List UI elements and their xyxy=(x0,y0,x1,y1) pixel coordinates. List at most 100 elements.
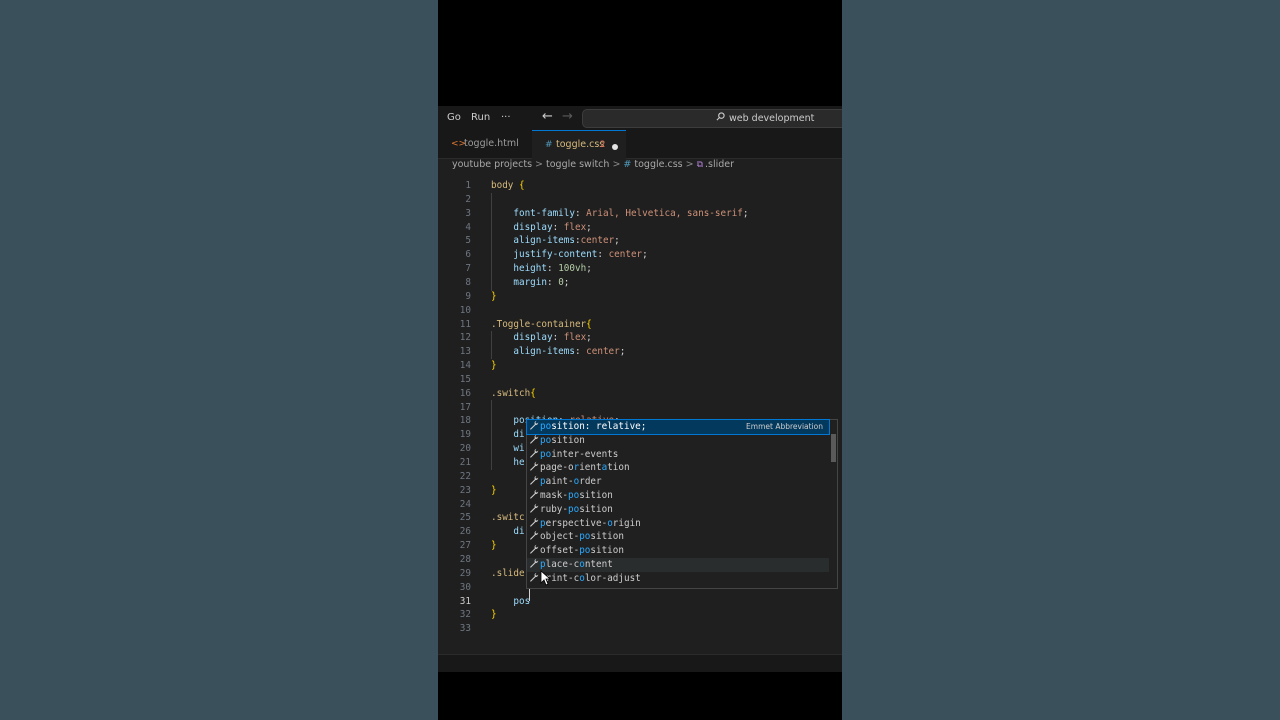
line-number: 16 xyxy=(459,387,471,399)
tab-toggle-css[interactable]: # toggle.css 2 xyxy=(532,130,626,159)
line-number: 6 xyxy=(465,249,471,261)
code-line[interactable]: 11 .Toggle-container{ xyxy=(438,318,842,332)
back-arrow-icon[interactable]: ← xyxy=(542,109,553,124)
line-number: 30 xyxy=(459,581,471,593)
suggest-item[interactable]: object-position xyxy=(527,530,829,544)
wrench-icon xyxy=(529,448,539,463)
menu-go[interactable]: Go xyxy=(447,112,461,123)
suggest-item[interactable]: ruby-position xyxy=(527,503,829,517)
code-text: body { xyxy=(491,180,525,191)
line-number: 15 xyxy=(459,373,471,385)
code-line[interactable]: 7 height: 100vh; xyxy=(438,262,842,276)
suggest-item[interactable]: print-color-adjust xyxy=(527,572,829,586)
code-text: align-items: center; xyxy=(513,346,626,358)
suggest-scrollbar[interactable] xyxy=(831,434,836,462)
code-text: he xyxy=(491,457,525,468)
line-number: 9 xyxy=(465,290,471,302)
suggest-item-label: paint-order xyxy=(540,476,602,488)
line-number: 18 xyxy=(459,415,471,427)
code-line[interactable]: 17 xyxy=(438,401,842,415)
code-line[interactable]: 10 xyxy=(438,304,842,318)
suggest-item[interactable]: page-orientation xyxy=(527,461,829,475)
suggest-item[interactable]: offset-position xyxy=(527,544,829,558)
suggest-item[interactable]: paint-order xyxy=(527,475,829,489)
code-line[interactable]: 15 xyxy=(438,373,842,387)
wrench-icon xyxy=(529,420,539,435)
code-line[interactable]: 2 xyxy=(438,193,842,207)
line-number: 10 xyxy=(459,304,471,316)
suggest-item[interactable]: place-content xyxy=(527,558,829,572)
line-number: 25 xyxy=(459,512,471,524)
problem-count-badge: 2 xyxy=(600,140,606,150)
code-text: margin: 0; xyxy=(513,276,570,288)
code-line[interactable]: 4 display: flex; xyxy=(438,221,842,235)
code-text: height: 100vh; xyxy=(513,263,592,275)
suggest-item-label: ruby-position xyxy=(540,503,613,515)
wrench-icon xyxy=(529,503,539,518)
line-number: 32 xyxy=(459,609,471,621)
suggest-item[interactable]: position: relative; Emmet Abbreviation xyxy=(526,419,830,435)
vscode-window: Go Run ··· ← → web development <> toggle… xyxy=(438,106,842,672)
line-number: 14 xyxy=(459,360,471,372)
line-number: 29 xyxy=(459,567,471,579)
forward-arrow-icon[interactable]: → xyxy=(562,109,573,124)
suggest-item-label: print-color-adjust xyxy=(540,572,641,584)
line-number: 33 xyxy=(459,623,471,635)
tab-toggle-html[interactable]: <> toggle.html xyxy=(438,130,532,158)
code-line[interactable]: 6 justify-content: center; xyxy=(438,248,842,262)
tab-label: toggle.css xyxy=(556,139,605,150)
code-line[interactable]: 8 margin: 0; xyxy=(438,276,842,290)
breadcrumb-item-toggle-switch[interactable]: toggle switch xyxy=(546,159,609,170)
suggest-item[interactable]: perspective-origin xyxy=(527,517,829,531)
line-number: 28 xyxy=(459,553,471,565)
suggest-item-label: mask-position xyxy=(540,490,613,501)
code-line[interactable]: 16 .switch{ xyxy=(438,387,842,401)
code-text: .slide xyxy=(491,567,525,579)
line-number: 21 xyxy=(459,457,471,468)
tab-label: toggle.html xyxy=(464,138,519,149)
line-number: 7 xyxy=(465,263,471,275)
code-line[interactable]: 3 font-family: Arial, Helvetica, sans-se… xyxy=(438,207,842,221)
code-line[interactable]: 1 body { xyxy=(438,179,842,193)
suggest-widget: position: relative; Emmet Abbreviation pos… xyxy=(526,419,838,589)
suggest-item-detail: Emmet Abbreviation xyxy=(746,422,823,431)
line-number: 27 xyxy=(459,540,471,552)
line-number: 26 xyxy=(459,526,471,538)
code-text: } xyxy=(491,360,497,372)
code-line[interactable]: 5 align-items:center; xyxy=(438,234,842,248)
suggest-item[interactable]: pointer-events xyxy=(527,448,829,462)
code-text: pos xyxy=(491,595,531,607)
code-line[interactable]: 12 display: flex; xyxy=(438,331,842,345)
mouse-pointer-icon xyxy=(540,570,551,586)
suggest-item[interactable]: position xyxy=(527,434,829,448)
code-text: } xyxy=(491,540,497,552)
video-frame: Go Run ··· ← → web development <> toggle… xyxy=(438,0,842,720)
code-text: .switch{ xyxy=(491,387,536,399)
breadcrumb-item-slider[interactable]: .slider xyxy=(705,159,734,170)
breadcrumb-item-toggle-css[interactable]: toggle.css xyxy=(634,159,682,170)
suggest-item[interactable]: mask-position xyxy=(527,489,829,503)
suggest-item-label: object-position xyxy=(540,531,624,543)
line-number: 8 xyxy=(465,276,471,288)
unsaved-dot-icon[interactable] xyxy=(612,144,618,150)
breadcrumb-item-youtube-projects[interactable]: youtube projects xyxy=(452,159,532,170)
menu-more-button[interactable]: ··· xyxy=(501,112,511,123)
command-center-search[interactable]: web development xyxy=(582,109,842,128)
search-label: web development xyxy=(729,113,815,124)
editor-tabs: <> toggle.html # toggle.css 2 xyxy=(438,130,842,159)
code-line[interactable]: 14} xyxy=(438,359,842,373)
line-number: 24 xyxy=(459,498,471,510)
code-line[interactable]: 13 align-items: center; xyxy=(438,345,842,359)
code-text: font-family: Arial, Helvetica, sans-seri… xyxy=(513,207,749,219)
wrench-icon xyxy=(529,434,539,449)
line-number: 3 xyxy=(465,207,471,219)
code-line[interactable]: 9} xyxy=(438,290,842,304)
code-line[interactable]: 33 xyxy=(438,622,842,636)
code-line[interactable]: 32} xyxy=(438,608,842,622)
wrench-icon xyxy=(529,517,539,532)
code-text: di xyxy=(491,526,525,538)
bottom-panel xyxy=(438,654,842,672)
line-number: 2 xyxy=(465,193,471,205)
code-line[interactable]: 31 pos xyxy=(438,595,842,609)
menu-run[interactable]: Run xyxy=(471,112,490,123)
